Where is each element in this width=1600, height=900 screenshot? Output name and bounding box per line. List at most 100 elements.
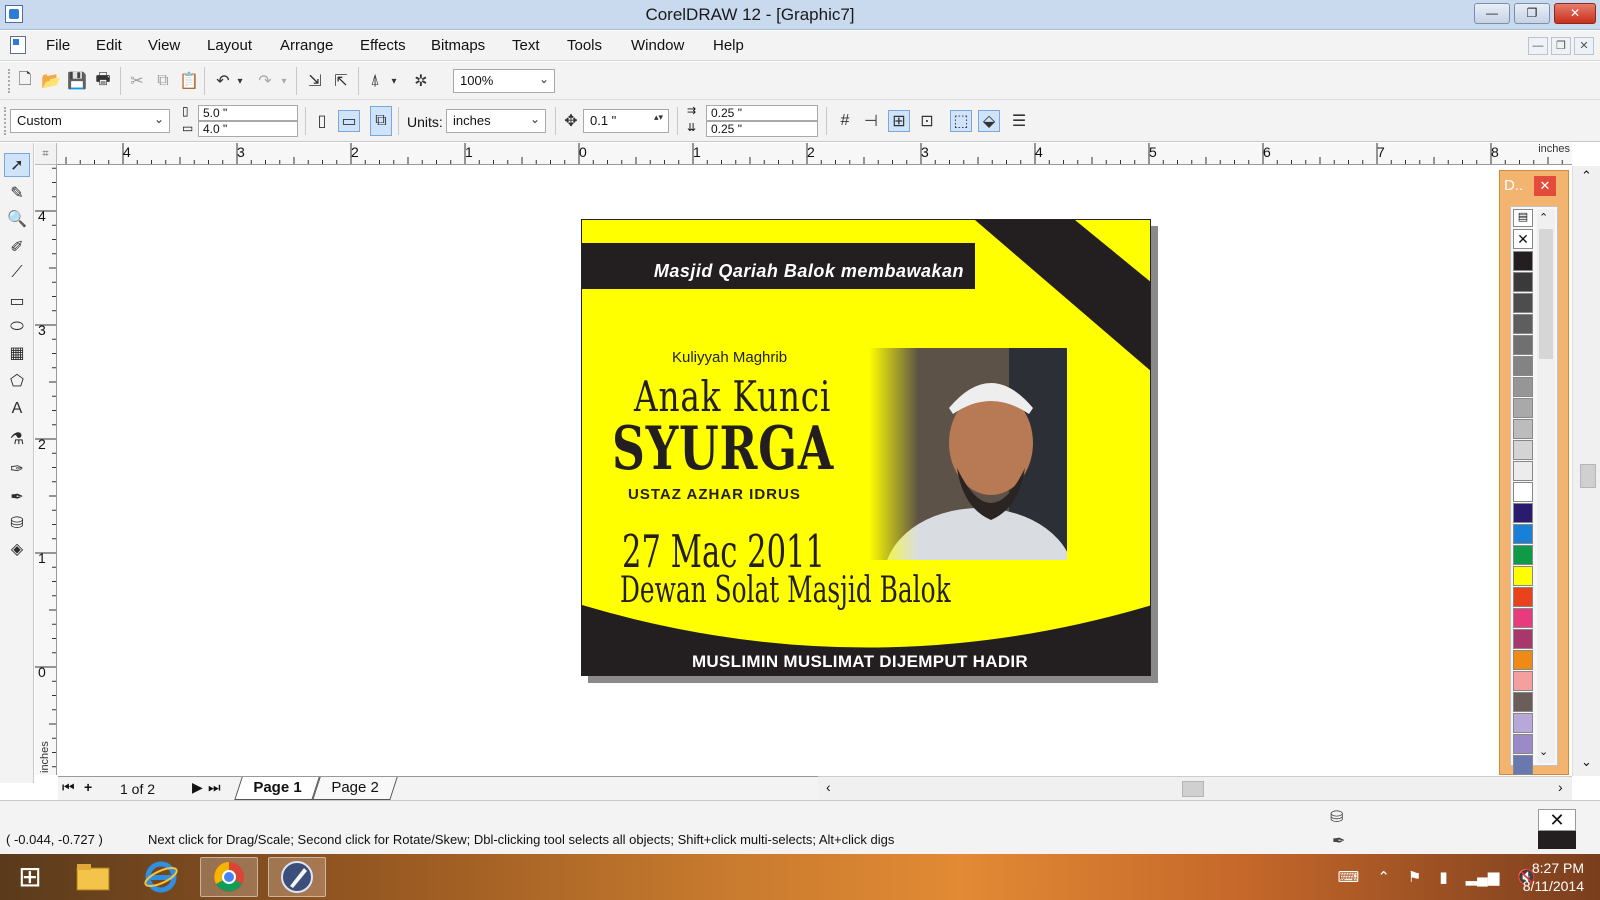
chevron-down-icon[interactable]: ⌄ xyxy=(1581,754,1592,770)
color-swatch[interactable] xyxy=(1513,713,1533,733)
clock[interactable]: 8:27 PM 8/11/2014 xyxy=(1523,859,1584,895)
menu-window[interactable]: Window xyxy=(631,37,684,54)
color-swatch[interactable] xyxy=(1513,461,1533,481)
internet-explorer-icon[interactable] xyxy=(132,857,190,897)
close-window-button[interactable]: ✕ xyxy=(1554,3,1596,24)
battery-icon[interactable]: ▮ xyxy=(1439,868,1447,886)
color-swatch[interactable] xyxy=(1513,524,1533,544)
palette-scrollbar[interactable]: ⌃ ⌄ xyxy=(1537,209,1555,763)
snap-to-guidelines-icon[interactable]: ⊣ xyxy=(860,110,882,132)
paper-type-select[interactable]: Custom ⌄ xyxy=(10,109,170,133)
speaker-photo[interactable] xyxy=(869,348,1067,560)
color-swatch[interactable] xyxy=(1513,650,1533,670)
color-swatch[interactable] xyxy=(1513,587,1533,607)
tab-page-1[interactable]: Page 1 xyxy=(234,777,321,800)
color-swatch[interactable] xyxy=(1513,503,1533,523)
chevron-up-icon[interactable]: ⌃ xyxy=(1539,211,1548,224)
no-color-swatch[interactable]: ✕ xyxy=(1513,229,1533,249)
color-swatch[interactable] xyxy=(1513,671,1533,691)
doc-restore-button[interactable]: ❐ xyxy=(1551,37,1571,55)
keyboard-icon[interactable]: ⌨ xyxy=(1338,868,1360,886)
color-swatch[interactable] xyxy=(1513,293,1533,313)
interactive-fill-tool-icon[interactable]: ◈ xyxy=(4,537,30,561)
rectangle-tool-icon[interactable]: ▭ xyxy=(4,289,30,313)
color-swatch[interactable] xyxy=(1513,734,1533,754)
ellipse-tool-icon[interactable]: ⬭ xyxy=(4,315,30,339)
dynamic-guides-icon[interactable]: ⊡ xyxy=(916,110,938,132)
print-icon[interactable]: 🖶 xyxy=(92,70,114,92)
vertical-scroll-thumb[interactable] xyxy=(1580,464,1596,488)
launcher-dropdown-icon[interactable]: ▾ xyxy=(388,70,400,92)
speaker-name[interactable]: USTAZ AZHAR IDRUS xyxy=(628,486,801,503)
doc-minimize-button[interactable]: — xyxy=(1528,37,1548,55)
first-page-icon[interactable]: ⏮ xyxy=(62,779,75,796)
color-swatch[interactable] xyxy=(1513,356,1533,376)
fill-color-indicator[interactable]: ✕ xyxy=(1538,809,1576,831)
color-swatch[interactable] xyxy=(1513,335,1533,355)
menu-effects[interactable]: Effects xyxy=(360,37,406,54)
outline-color-indicator[interactable] xyxy=(1538,831,1576,849)
color-swatch[interactable] xyxy=(1513,398,1533,418)
chrome-icon[interactable] xyxy=(200,857,258,897)
page-width-input[interactable]: 5.0 " xyxy=(198,105,298,121)
redo-dropdown-icon[interactable]: ▾ xyxy=(278,70,290,92)
open-icon[interactable]: 📂 xyxy=(40,70,62,92)
vertical-ruler[interactable]: 4 3 2 1 0 inches xyxy=(35,165,57,775)
redo-icon[interactable]: ↷ xyxy=(254,70,276,92)
snap-to-grid-icon[interactable]: # xyxy=(834,110,856,132)
event-title-line2[interactable]: SYURGA xyxy=(612,414,834,484)
treat-as-filled-icon[interactable]: ⬚ xyxy=(950,110,972,132)
polygon-tool-icon[interactable]: ▦ xyxy=(4,341,30,365)
add-page-icon[interactable]: + xyxy=(84,779,92,795)
interactive-blend-tool-icon[interactable]: ⚗ xyxy=(4,427,30,451)
copy-icon[interactable]: ⧉ xyxy=(152,70,174,92)
page-height-input[interactable]: 4.0 " xyxy=(198,121,298,137)
color-swatch[interactable] xyxy=(1513,755,1533,775)
outline-tool-icon[interactable]: ✒ xyxy=(4,485,30,509)
footer-invitation-text[interactable]: MUSLIMIN MUSLIMAT DIJEMPUT HADIR xyxy=(582,652,1138,672)
all-pages-icon[interactable]: ⧉ xyxy=(370,106,392,136)
undo-dropdown-icon[interactable]: ▾ xyxy=(234,70,246,92)
freehand-tool-icon[interactable]: ✐ xyxy=(4,235,30,259)
event-venue[interactable]: Dewan Solat Masjid Balok xyxy=(620,570,951,611)
palette-menu-icon[interactable]: ▤ xyxy=(1513,209,1533,227)
color-swatch[interactable] xyxy=(1513,692,1533,712)
chevron-left-icon[interactable]: ‹ xyxy=(826,779,831,795)
chevron-right-icon[interactable]: › xyxy=(1558,779,1563,795)
document-icon[interactable] xyxy=(10,36,26,54)
eyedropper-tool-icon[interactable]: ✑ xyxy=(4,457,30,481)
duplicate-y-input[interactable]: 0.25 " xyxy=(706,121,818,137)
toolbar-grip[interactable] xyxy=(8,69,12,93)
horizontal-ruler[interactable]: 4 3 2 1 0 1 2 3 4 5 6 7 8 inches xyxy=(57,143,1572,165)
color-swatch[interactable] xyxy=(1513,251,1533,271)
smart-drawing-tool-icon[interactable]: ⟋ xyxy=(4,261,30,285)
cut-icon[interactable]: ✂ xyxy=(126,70,148,92)
restore-button[interactable]: ❐ xyxy=(1514,3,1550,24)
basic-shapes-tool-icon[interactable]: ⬠ xyxy=(4,369,30,393)
windows-start-icon[interactable]: ⊞ xyxy=(10,860,50,894)
import-icon[interactable]: ⇲ xyxy=(304,70,326,92)
zoom-tool-icon[interactable]: 🔍 xyxy=(4,207,30,231)
export-icon[interactable]: ⇱ xyxy=(330,70,352,92)
minimize-button[interactable]: — xyxy=(1474,3,1510,24)
drawing-canvas[interactable]: Masjid Qariah Balok membawakan Kuliyyah … xyxy=(58,166,1498,775)
chevron-up-icon[interactable]: ⌃ xyxy=(1581,168,1592,184)
color-swatch[interactable] xyxy=(1513,419,1533,439)
next-page-icon[interactable]: ▶ xyxy=(192,779,203,796)
draw-object-when-moving-icon[interactable]: ⬙ xyxy=(978,110,1000,132)
horizontal-scroll-thumb[interactable] xyxy=(1182,781,1204,797)
color-swatch[interactable] xyxy=(1513,440,1533,460)
menu-view[interactable]: View xyxy=(148,37,180,54)
options-icon[interactable]: ☰ xyxy=(1008,110,1030,132)
portrait-icon[interactable]: ▯ xyxy=(311,110,333,132)
file-explorer-icon[interactable] xyxy=(64,857,122,897)
doc-close-button[interactable]: ✕ xyxy=(1574,37,1594,55)
tab-page-2[interactable]: Page 2 xyxy=(312,777,398,800)
undo-icon[interactable]: ↶ xyxy=(212,70,234,92)
text-tool-icon[interactable]: A xyxy=(4,397,30,421)
flyer-page[interactable]: Masjid Qariah Balok membawakan Kuliyyah … xyxy=(581,219,1151,676)
event-subtitle[interactable]: Kuliyyah Maghrib xyxy=(672,349,787,366)
horizontal-scrollbar[interactable]: ‹ › xyxy=(818,776,1572,800)
color-swatch[interactable] xyxy=(1513,482,1533,502)
docker-close-button[interactable]: ✕ xyxy=(1534,176,1556,196)
